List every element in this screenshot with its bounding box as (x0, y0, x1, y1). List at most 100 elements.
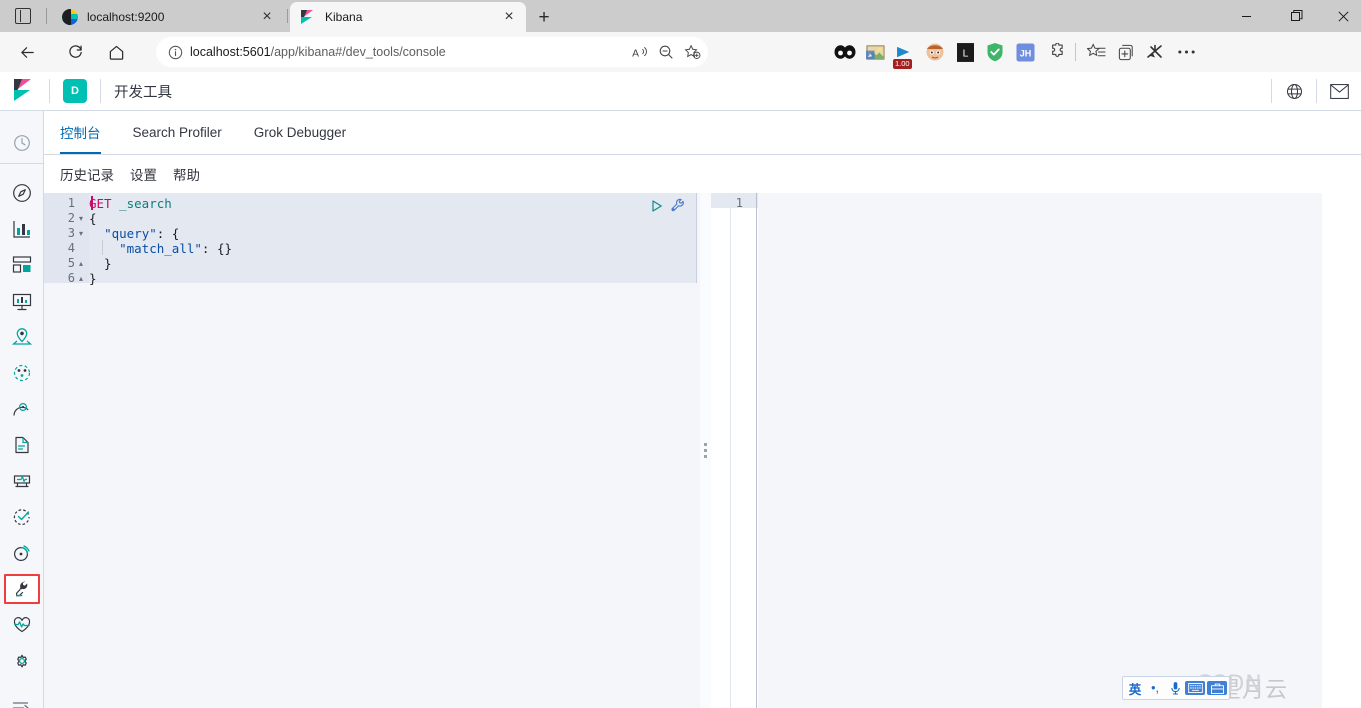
sidebar-item-uptime-check[interactable] (0, 499, 44, 535)
extension-shield-icon[interactable] (980, 36, 1010, 68)
back-button[interactable] (11, 36, 43, 68)
line-number: 3 (67, 226, 75, 240)
kibana-sidebar (0, 111, 44, 708)
pane-splitter[interactable] (700, 193, 711, 708)
sidebar-item-canvas[interactable] (0, 283, 44, 319)
fold-toggle[interactable]: ▾ (76, 226, 86, 241)
browser-tab-0-close-icon[interactable]: × (258, 8, 276, 26)
browser-tab-1-title: Kibana (325, 10, 363, 24)
sidebar-item-recently-viewed[interactable] (0, 125, 44, 161)
sidebar-item-logs[interactable] (0, 427, 44, 463)
ime-toolbox[interactable] (1207, 681, 1227, 695)
keyboard-icon (1187, 683, 1203, 693)
add-to-collection-icon[interactable] (1111, 36, 1141, 68)
sidebar-item-management[interactable] (0, 643, 44, 679)
sidebar-item-collapse[interactable] (0, 688, 44, 708)
response-body (758, 193, 1322, 708)
send-request-button[interactable] (650, 199, 664, 213)
line-number: 5 (67, 256, 75, 270)
browser-tab-0[interactable]: localhost:9200 × (52, 2, 284, 32)
svg-text:A: A (632, 48, 639, 59)
collections-icon[interactable] (1081, 36, 1111, 68)
browser-tab-1-close-icon[interactable]: × (500, 8, 518, 26)
extension-puzzle-icon[interactable] (1040, 36, 1070, 68)
tab-console[interactable]: 控制台 (44, 110, 117, 154)
response-line-number: 1 (735, 196, 743, 210)
extension-image-icon[interactable] (860, 36, 890, 68)
extension-avatar-icon[interactable] (920, 36, 950, 68)
tab-separator (287, 9, 288, 23)
home-button[interactable] (100, 36, 132, 68)
globe-icon[interactable] (1272, 72, 1316, 111)
browser-titlebar: localhost:9200 × Kibana × + (0, 0, 1361, 32)
fold-toggle[interactable]: ▴ (76, 256, 86, 271)
sogou-ime-toolbar[interactable]: 英 •, (1122, 676, 1230, 700)
space-badge[interactable]: D (63, 79, 87, 103)
code-line-2: { (89, 211, 97, 226)
window-close-button[interactable] (1320, 0, 1361, 32)
sidebar-item-machine-learning[interactable] (0, 355, 44, 391)
sidebar-item-visualize[interactable] (0, 211, 44, 247)
collapse-arrow-icon (12, 702, 29, 708)
browser-essentials-icon[interactable] (1141, 36, 1171, 68)
read-aloud-icon[interactable]: A (628, 41, 652, 63)
code-line-5: } (89, 256, 112, 271)
window-minimize-button[interactable] (1223, 0, 1269, 32)
play-icon (652, 199, 662, 212)
infra-icon (13, 402, 29, 416)
browser-navbar: localhost:5601/app/kibana#/dev_tools/con… (0, 32, 1361, 72)
fold-toggle[interactable]: ▴ (76, 271, 86, 286)
sidebar-divider (0, 163, 44, 164)
request-editor[interactable]: 1 2 3 4 5 6 ▾ ▾ ▴ ▴ GET _search { "query… (44, 193, 700, 708)
site-info-icon[interactable] (164, 41, 186, 63)
submenu-help[interactable]: 帮助 (173, 164, 200, 184)
fold-toggle[interactable]: ▾ (76, 211, 86, 226)
logs-icon (15, 436, 29, 454)
editor-gutter: 1 2 3 4 5 6 ▾ ▾ ▴ ▴ (44, 193, 89, 708)
submenu-settings[interactable]: 设置 (130, 164, 157, 184)
tab-grok-debugger[interactable]: Grok Debugger (238, 110, 362, 154)
sidebar-item-apm[interactable] (0, 463, 44, 499)
mail-icon[interactable] (1317, 72, 1361, 111)
window-restore-button[interactable] (1274, 0, 1320, 32)
ime-language-toggle[interactable]: 英 (1125, 677, 1145, 699)
sidebar-item-discover[interactable] (0, 175, 44, 211)
browser-tab-1[interactable]: Kibana × (290, 2, 526, 32)
submenu-history[interactable]: 历史记录 (60, 164, 114, 184)
ime-voice-input[interactable] (1165, 677, 1185, 699)
new-tab-button[interactable]: + (531, 5, 557, 31)
sidebar-item-dashboard[interactable] (0, 247, 44, 283)
zoom-out-icon[interactable] (654, 41, 678, 63)
compass-icon (13, 184, 31, 202)
elasticsearch-icon (62, 9, 78, 25)
check-circle-icon (13, 509, 30, 526)
sidebar-item-infrastructure[interactable] (0, 391, 44, 427)
svg-text:JH: JH (1019, 48, 1031, 58)
address-bar[interactable]: localhost:5601/app/kibana#/dev_tools/con… (156, 37, 708, 67)
wrench-menu-button[interactable] (670, 198, 685, 213)
reload-button[interactable] (59, 36, 91, 68)
response-viewer[interactable]: 1 (711, 193, 1322, 708)
settings-more-icon[interactable] (1171, 36, 1201, 68)
editor-right-rule (696, 193, 697, 283)
add-favorite-icon[interactable] (680, 41, 704, 63)
map-pin-icon (12, 328, 32, 345)
tab-search-profiler[interactable]: Search Profiler (117, 110, 238, 154)
response-gutter: 1 (711, 193, 756, 708)
dashboard-icon (12, 256, 32, 273)
sidebar-item-monitoring[interactable] (0, 607, 44, 643)
ime-soft-keyboard[interactable] (1185, 681, 1205, 695)
extension-video-icon[interactable]: 1.00 (890, 36, 920, 69)
extension-lastpass-icon[interactable]: L (950, 36, 980, 68)
address-bar-path: /app/kibana#/dev_tools/console (270, 45, 446, 59)
sidebar-item-siem[interactable] (0, 535, 44, 571)
extension-jh-icon[interactable]: JH (1010, 36, 1040, 68)
kibana-logo[interactable] (0, 72, 49, 111)
tab-search-button[interactable] (0, 0, 46, 32)
code-line-4: "match_all": {} (119, 241, 233, 256)
apm-icon (13, 475, 31, 488)
extension-eyes-icon[interactable] (830, 36, 860, 68)
sidebar-item-dev-tools[interactable] (0, 571, 44, 607)
sidebar-item-maps[interactable] (0, 319, 44, 355)
ime-punctuation-toggle[interactable]: •, (1145, 677, 1165, 699)
